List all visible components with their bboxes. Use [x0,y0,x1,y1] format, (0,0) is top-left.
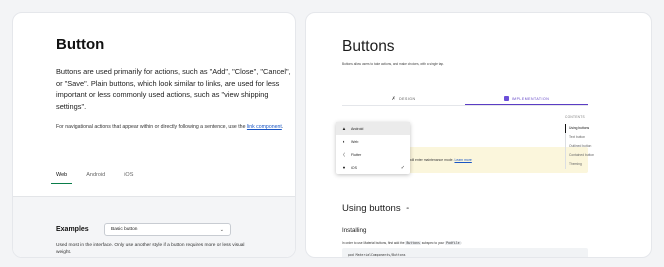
web-icon: ◐ [342,139,346,144]
toc-item-theming[interactable]: Theming [566,160,594,169]
installing-heading: Installing [342,227,367,234]
page-title: Buttons [342,38,395,55]
toc-list: Using buttons Text button Outlined butto… [565,124,594,169]
table-of-contents: CONTENTS Using buttons Text button Outli… [565,115,594,169]
menu-item-flutter[interactable]: ⟨ Flutter [336,148,410,161]
tab-implementation[interactable]: IMPLEMENTATION [465,93,588,105]
toc-item-using-buttons[interactable]: Using buttons [565,124,594,133]
install-text-suffix: : [460,241,462,245]
platform-dropdown: ▲ Android ◐ Web ⟨ Flutter ● iOS ✓ [336,122,410,174]
navigation-note: For navigational actions that appear wit… [56,124,291,132]
toc-item-outlined-button[interactable]: Outlined button [566,142,594,151]
example-select[interactable]: Basic button ⌄ [104,223,231,236]
link-component-link[interactable]: link component [247,124,282,130]
button-doc-card: Button Buttons are used primarily for ac… [12,12,296,258]
menu-item-ios[interactable]: ● iOS ✓ [336,161,410,174]
menu-item-ios-label: iOS [351,165,357,170]
tab-design-label: DESIGN [399,97,416,101]
design-icon: ✗ [391,96,397,102]
tab-implementation-label: IMPLEMENTATION [511,96,550,101]
menu-item-web-label: Web [351,139,359,144]
implementation-icon [503,96,509,101]
code-buttons: Buttons [405,241,421,245]
example-select-value: Basic button [111,227,138,232]
page-title: Button [56,36,105,53]
learn-more-link[interactable]: Learn more [454,158,471,162]
ios-icon: ● [342,165,346,170]
page-subtitle: Buttons allow users to take actions, and… [342,62,445,66]
install-text: In order to use Material buttons, first … [342,241,405,245]
platform-tabs: Web Android iOS [50,172,133,184]
tab-ios[interactable]: iOS [124,172,133,184]
using-buttons-heading: Using buttons ⚭ [342,203,410,214]
examples-label: Examples [56,226,89,233]
code-block: pod MaterialComponents/Buttons [342,248,588,257]
install-text-mid: subspec to your [421,241,445,245]
note-text: For navigational actions that appear wit… [56,124,246,130]
using-buttons-title: Using buttons [342,203,401,214]
install-description: In order to use Material buttons, first … [342,241,462,245]
button-description: Buttons are used primarily for actions, … [56,67,291,111]
menu-item-android-label: Android [351,126,364,131]
toc-item-text-button[interactable]: Text button [566,133,594,142]
chevron-down-icon: ⌄ [219,226,224,233]
flutter-icon: ⟨ [343,151,345,157]
toc-heading: CONTENTS [565,115,585,119]
tab-android[interactable]: Android [86,172,105,184]
menu-item-android[interactable]: ▲ Android [336,122,410,135]
examples-row: Examples Basic button ⌄ [56,223,231,236]
android-icon: ▲ [341,126,347,131]
code-podfile: Podfile [445,241,461,245]
link-icon[interactable]: ⚭ [406,206,410,212]
note-suffix: . [281,124,284,130]
toc-item-contained-button[interactable]: Contained button [566,151,594,160]
menu-item-web[interactable]: ◐ Web [336,135,410,148]
check-icon: ✓ [400,164,405,171]
doc-tabs: ✗ DESIGN IMPLEMENTATION [342,93,588,106]
tab-web[interactable]: Web [50,172,73,184]
menu-item-flutter-label: Flutter [351,152,362,157]
tab-design[interactable]: ✗ DESIGN [342,93,465,105]
example-description: Used most in the interface. Only use ano… [56,243,245,255]
